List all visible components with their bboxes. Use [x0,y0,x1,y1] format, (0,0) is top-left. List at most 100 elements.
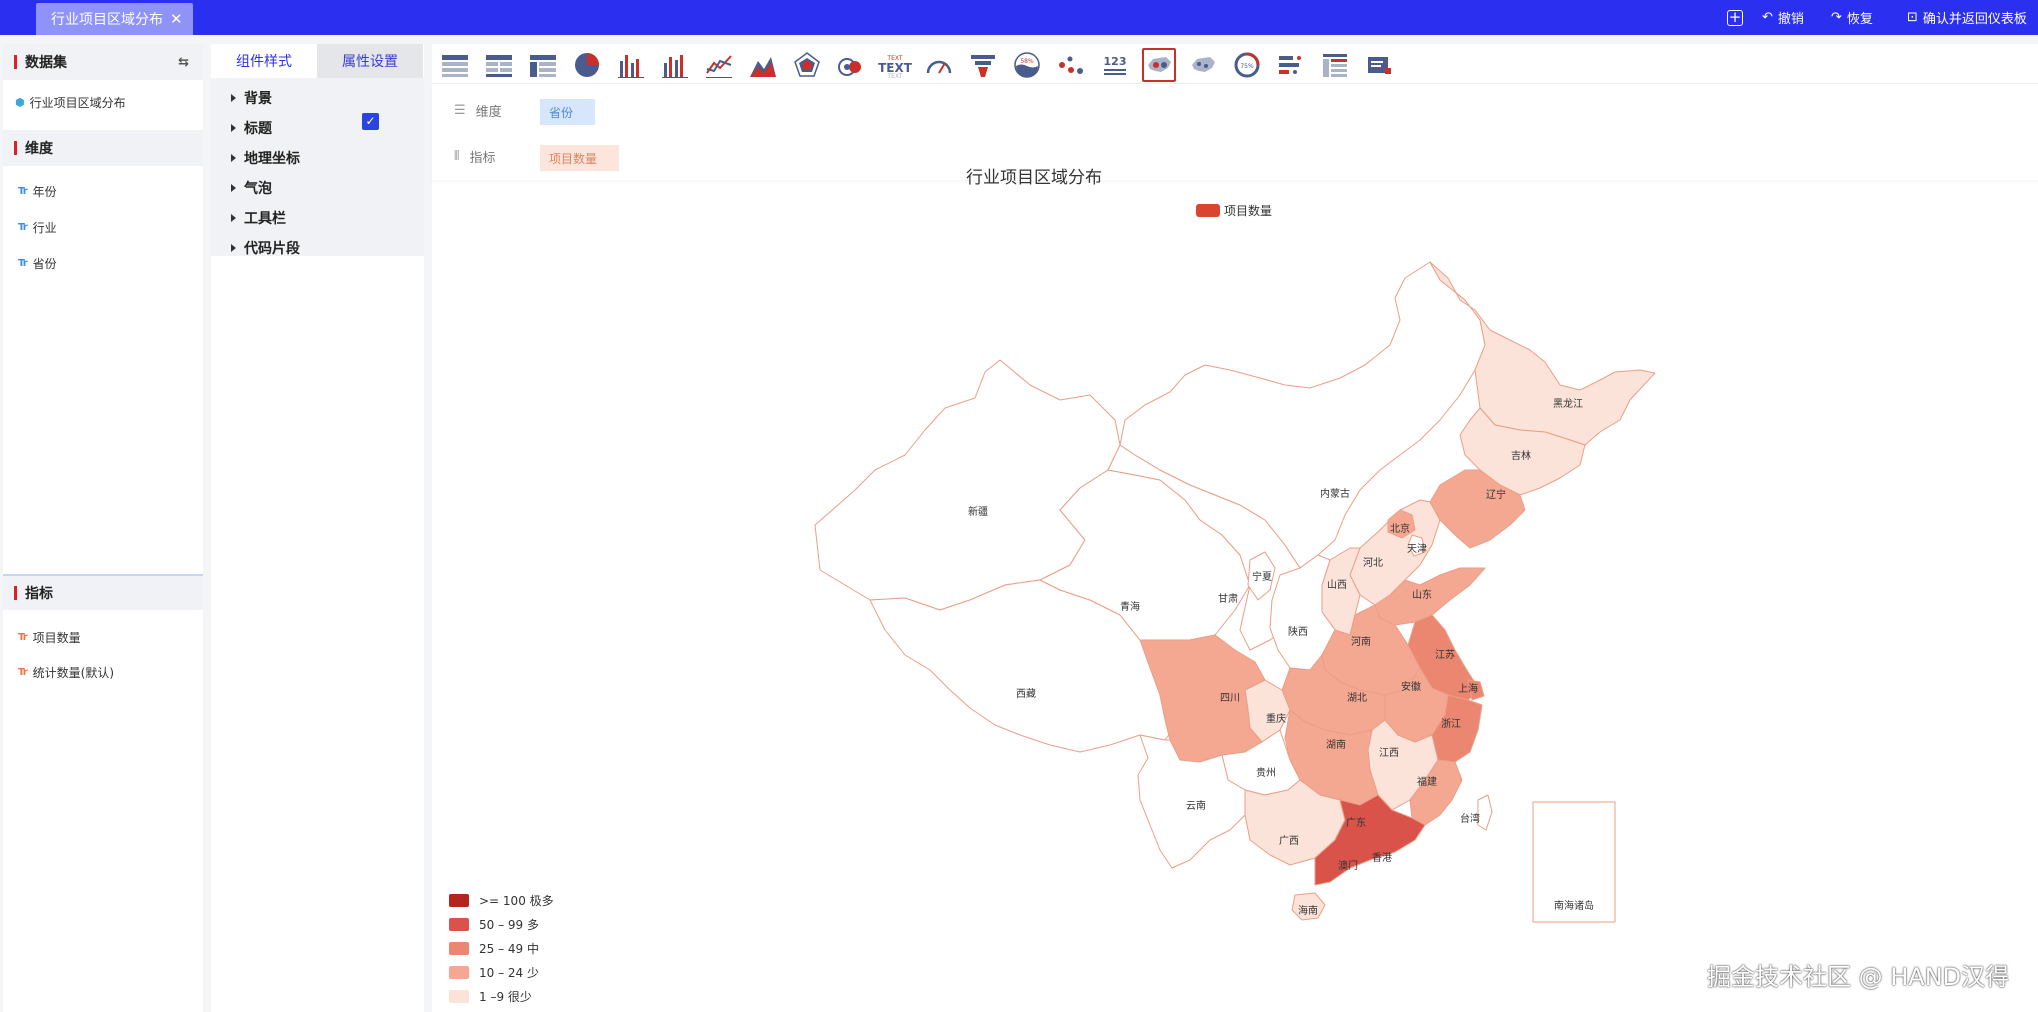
add-button[interactable]: + [1727,0,1743,35]
series-legend[interactable]: 项目数量 [1196,202,1272,219]
confirm-label: 确认并返回仪表板 [1922,12,2027,27]
table-pivot-icon[interactable] [528,50,558,80]
number-icon-label: 123 [1104,55,1127,68]
dimension-row: ☰ 维度 省份 [432,88,2038,134]
visual-map-item-5[interactable]: 1 –9 很少 [449,988,532,1005]
redo-icon: ↷ [1831,10,1842,25]
ring-icon-label: 75% [1240,63,1254,70]
tab-chart-editor[interactable]: 行业项目区域分布 ✕ [36,3,193,35]
table-detail-icon[interactable] [1320,50,1350,80]
tab-property-settings[interactable]: 属性设置 [317,44,423,78]
gauge-icon[interactable] [924,50,954,80]
metric-header-label: 指标 [25,586,53,602]
liquid-icon-label: 58% [1020,58,1034,65]
dataset-header-label: 数据集 [25,55,67,71]
bar-icon[interactable] [616,50,646,80]
metric-field-stat-count[interactable]: Tr 统计数量(默认) [18,664,114,681]
number-icon[interactable]: 123 [1100,50,1130,80]
tree-item-code-snippet[interactable]: 代码片段 [231,238,300,258]
legend-label: 1 –9 很少 [479,990,532,1004]
funnel-icon[interactable] [968,50,998,80]
table-basic-icon[interactable] [440,50,470,80]
bars-icon: ⫴ [454,149,460,164]
pie-icon[interactable] [572,50,602,80]
switch-dataset-icon[interactable]: ⇆ [178,55,189,70]
undo-label: 撤销 [1777,12,1804,27]
legend-label: 50 – 99 多 [479,918,539,932]
legend-label: 10 – 24 少 [479,966,539,980]
redo-button[interactable]: ↷ 恢复 [1831,0,1873,35]
caret-right-icon [231,124,236,132]
dimension-pill-province[interactable]: 省份 [540,99,595,125]
visual-map-item-4[interactable]: 10 – 24 少 [449,964,539,981]
text-icon[interactable]: TEXT TEXT TEXT [878,50,912,80]
scatter-icon[interactable] [1056,50,1086,80]
close-icon[interactable]: ✕ [170,10,183,28]
progress-ring-icon[interactable]: 75% [1232,50,1262,80]
undo-icon: ↶ [1762,10,1773,25]
series-legend-label: 项目数量 [1224,204,1273,218]
caret-right-icon [231,94,236,102]
tab-component-style[interactable]: 组件样式 [211,44,317,78]
map-bubble-icon[interactable] [1188,50,1218,80]
chart-workspace: TEXT TEXT TEXT 58% 123 75% ☰ 维度 省份 ⫴ 指标 项目… [432,44,2038,1012]
dimension-header: 维度 [3,130,203,166]
dimension-row-text: 维度 [475,105,502,120]
undo-button[interactable]: ↶ 撤销 [1762,0,1804,35]
bar-stacked-icon[interactable] [660,50,690,80]
progress-bar-icon[interactable] [1276,50,1306,80]
tree-item-label: 标题 [244,121,272,137]
legend-label: 25 – 49 中 [479,942,539,956]
text-type-icon: Tr [18,258,28,269]
legend-swatch-1 [449,894,469,907]
legend-label: >= 100 极多 [479,894,554,908]
field-label: 行业 [32,221,57,235]
title-visible-checkbox[interactable]: ✓ [362,113,379,130]
metric-field-project-count[interactable]: Tr 项目数量 [18,629,81,646]
tree-item-label: 工具栏 [244,211,286,227]
radar-icon[interactable] [792,50,822,80]
liquid-icon[interactable]: 58% [1012,50,1042,80]
style-panel: 组件样式 属性设置 背景 标题 地理坐标 气泡 工具栏 代码片段 [211,44,424,1012]
line-icon[interactable] [704,50,734,80]
visual-map-item-2[interactable]: 50 – 99 多 [449,916,539,933]
text-type-icon: Tr [18,632,28,643]
tree-item-label: 代码片段 [244,241,300,257]
table-summary-icon[interactable] [484,50,514,80]
header-accent [14,141,17,155]
header-accent [14,586,17,600]
chart-title: 行业项目区域分布 [966,168,1102,188]
tree-item-toolbox[interactable]: 工具栏 [231,208,286,228]
caret-right-icon [231,214,236,222]
richtext-icon[interactable] [1364,50,1394,80]
dimension-row-label: ☰ 维度 [454,101,502,120]
confirm-return-button[interactable]: ⊡ 确认并返回仪表板 [1907,0,2027,35]
area-icon[interactable] [748,50,778,80]
caret-right-icon [231,154,236,162]
dimension-header-label: 维度 [25,141,53,157]
style-panel-tabs: 组件样式 属性设置 [211,44,424,78]
legend-swatch-2 [449,918,469,931]
map-icon[interactable] [1142,48,1176,82]
field-label: 省份 [32,257,57,271]
dataset-icon: ⬢ [15,96,25,109]
sankey-icon[interactable] [836,50,866,80]
text-icon-label-shadow: TEXT [886,73,902,79]
header-accent [14,55,17,69]
dimension-field-industry[interactable]: Tr 行业 [18,219,57,236]
tree-item-background[interactable]: 背景 [231,88,272,108]
dimension-field-province[interactable]: Tr 省份 [18,255,57,272]
text-type-icon: Tr [18,222,28,233]
field-label: 项目数量 [32,631,81,645]
text-type-icon: Tr [18,667,28,678]
tree-item-title[interactable]: 标题 [231,118,272,138]
field-label: 统计数量(默认) [32,666,115,680]
caret-right-icon [231,244,236,252]
visual-map-item-1[interactable]: >= 100 极多 [449,892,554,909]
dataset-item[interactable]: ⬢ 行业项目区域分布 [15,94,126,111]
dataset-name: 行业项目区域分布 [29,96,126,110]
visual-map-item-3[interactable]: 25 – 49 中 [449,940,539,957]
tab-label: 行业项目区域分布 [51,12,163,28]
top-bar: 行业项目区域分布 ✕ + ↶ 撤销 ↷ 恢复 ⊡ 确认并返回仪表板 [0,0,2038,35]
list-icon: ☰ [454,103,466,118]
